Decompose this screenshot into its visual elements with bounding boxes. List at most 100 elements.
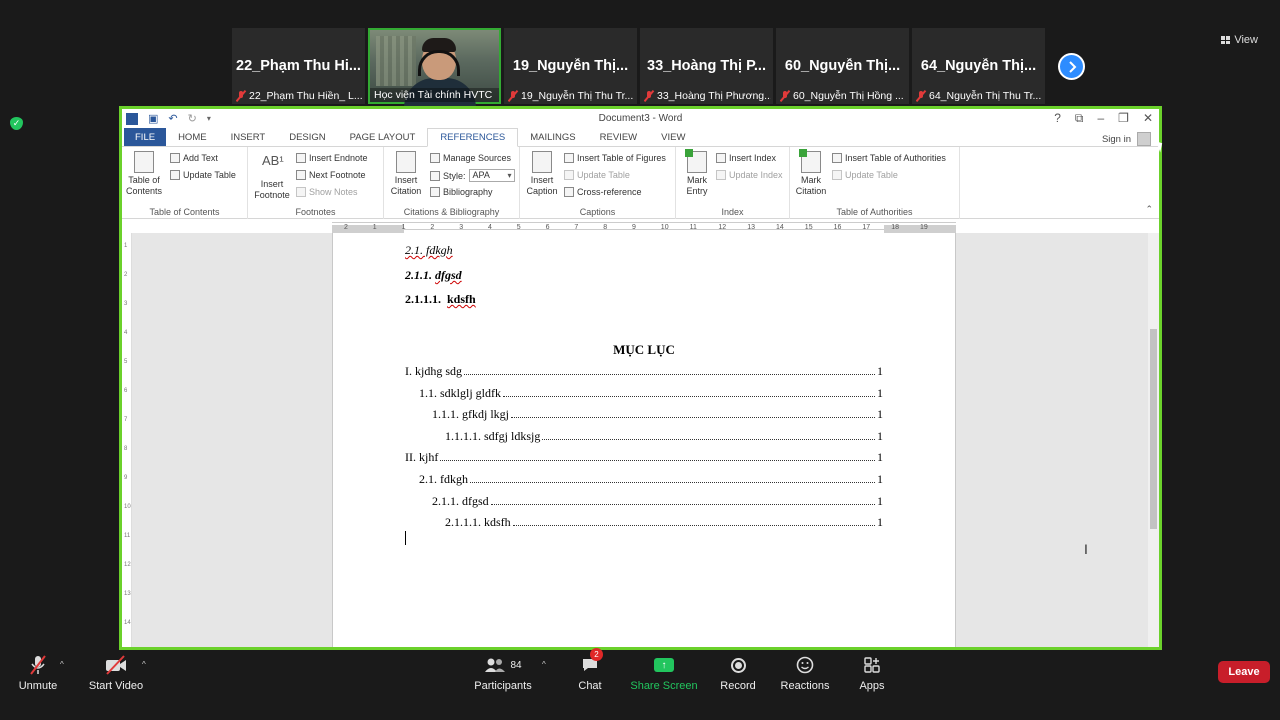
show-notes-label: Show Notes: [309, 187, 358, 197]
toc-entry[interactable]: 2.1. fdkgh 1: [419, 472, 883, 487]
share-screen-button[interactable]: ↑ Share Screen: [630, 654, 698, 692]
manage-sources-button[interactable]: Manage Sources: [430, 153, 511, 163]
ruler-number: 9: [632, 224, 636, 231]
update-authorities-table-button[interactable]: Update Table: [832, 170, 898, 180]
mark-citation-button[interactable]: Mark Citation: [792, 149, 830, 197]
update-table-button[interactable]: Update Table: [170, 170, 236, 180]
bibliography-button[interactable]: Bibliography: [430, 187, 493, 197]
cross-reference-button[interactable]: Cross-reference: [564, 187, 642, 197]
group-label: Table of Authorities: [836, 207, 913, 217]
toc-leader-dots: [470, 482, 875, 483]
toc-title[interactable]: MỤC LỤC: [405, 342, 883, 358]
encryption-shield-icon[interactable]: ✓: [10, 117, 23, 130]
vertical-ruler[interactable]: 123456789101112131415: [122, 233, 132, 647]
toc-entry[interactable]: 1.1.1. gfkdj lkgj 1: [432, 407, 883, 422]
tab-file[interactable]: FILE: [124, 128, 167, 146]
minimize-icon[interactable]: –: [1097, 111, 1104, 126]
table-of-contents-button[interactable]: Table of Contents: [124, 151, 164, 197]
heading-3[interactable]: 2.1.1. dfgsd: [405, 268, 462, 283]
document-page[interactable]: 2.1. fdkgh 2.1.1. dfgsd 2.1.1.1. kdsfh M…: [332, 233, 956, 647]
style-dropdown[interactable]: APA: [468, 169, 515, 182]
user-avatar-icon[interactable]: [1137, 132, 1151, 146]
insert-caption-button[interactable]: Insert Caption: [524, 151, 560, 197]
apps-label: Apps: [859, 680, 885, 692]
insert-table-of-authorities-button[interactable]: Insert Table of Authorities: [832, 153, 946, 163]
collapse-ribbon-icon[interactable]: ⌃: [1145, 204, 1153, 215]
toc-entry[interactable]: 1.1.1.1. sdfgj ldksjg 1: [445, 429, 883, 444]
show-notes-button[interactable]: Show Notes: [296, 187, 358, 197]
participant-name: 19_Nguyễn Thị...: [512, 58, 629, 74]
apps-button[interactable]: Apps: [852, 654, 892, 692]
insert-footnote-button[interactable]: AB¹ Insert Footnote: [250, 154, 294, 201]
start-video-button[interactable]: Start Video: [86, 654, 146, 692]
reactions-label: Reactions: [780, 680, 830, 692]
window-title: Document3 - Word: [598, 113, 683, 124]
tab-mailings[interactable]: MAILINGS: [518, 128, 587, 146]
sign-in-link[interactable]: Sign in: [1102, 134, 1131, 145]
insert-table-of-figures-button[interactable]: Insert Table of Figures: [564, 153, 666, 163]
toc-entry[interactable]: 2.1.1. dfgsd 1: [432, 494, 883, 509]
tab-page-layout[interactable]: PAGE LAYOUT: [338, 128, 428, 146]
add-text-label: Add Text: [183, 153, 218, 163]
leave-button[interactable]: Leave: [1218, 661, 1270, 683]
tab-references[interactable]: REFERENCES: [427, 128, 519, 147]
toc-entry[interactable]: I. kjdhg sdg 1: [405, 364, 883, 379]
participants-button[interactable]: 84 Participants: [472, 654, 534, 692]
tab-insert[interactable]: INSERT: [219, 128, 278, 146]
vertical-ruler-number: 4: [124, 330, 128, 336]
heading-2[interactable]: 2.1. fdkgh: [405, 243, 453, 258]
tab-review[interactable]: REVIEW: [588, 128, 649, 146]
unmute-label: Unmute: [18, 680, 58, 692]
ribbon-display-icon[interactable]: ⧉: [1075, 111, 1084, 126]
reactions-button[interactable]: Reactions: [780, 654, 830, 692]
toc-entry-text: I. kjdhg sdg: [405, 364, 462, 378]
ruler-number: 16: [833, 224, 842, 231]
participant-tile[interactable]: 60_Nguyễn Thị... 60_Nguyễn Thị Hồng ...: [776, 28, 909, 104]
vertical-ruler-number: 1: [124, 243, 128, 249]
next-page-button[interactable]: [1058, 53, 1085, 80]
update-index-button[interactable]: Update Index: [716, 170, 783, 180]
update-figures-table-button[interactable]: Update Table: [564, 170, 630, 180]
sign-in[interactable]: Sign in: [1102, 132, 1151, 146]
tab-home[interactable]: HOME: [166, 128, 219, 146]
ruler-number: 12: [718, 224, 727, 231]
participant-tile[interactable]: 64_Nguyễn Thị... 64_Nguyễn Thị Thu Tr...: [912, 28, 1045, 104]
ruler-number: 18: [891, 224, 899, 231]
unmute-button[interactable]: Unmute: [16, 654, 60, 692]
toc-entry-text: 1.1.1. gfkdj lkgj: [432, 407, 509, 422]
record-button[interactable]: Record: [716, 654, 760, 692]
scrollbar-thumb[interactable]: [1150, 329, 1157, 529]
insert-endnote-button[interactable]: Insert Endnote: [296, 153, 368, 163]
word-window: W ▣ ↶ ↻ ▾ Document3 - Word ? ⧉ – ❐ ✕ FIL…: [119, 106, 1162, 650]
table-of-contents-icon: [134, 151, 154, 173]
add-text-button[interactable]: Add Text: [170, 153, 218, 163]
toc-entry[interactable]: 2.1.1.1. kdsfh 1: [445, 515, 883, 530]
close-icon[interactable]: ✕: [1143, 111, 1153, 126]
tab-view[interactable]: VIEW: [649, 128, 697, 146]
mark-entry-button[interactable]: Mark Entry: [680, 149, 714, 197]
chat-button[interactable]: 2 Chat: [574, 648, 606, 692]
participant-tile[interactable]: 22_Phạm Thu Hi... 22_Phạm Thu Hiền_ L...: [232, 28, 365, 104]
insert-index-button[interactable]: Insert Index: [716, 153, 776, 163]
participant-video-tile[interactable]: Học viện Tài chính HVTC: [368, 28, 501, 108]
toc-entry[interactable]: II. kjhf 1: [405, 450, 883, 465]
style-selector[interactable]: Style: APA: [430, 169, 515, 182]
horizontal-ruler[interactable]: 2 1 1 2 3 4 5 6 7 8 9 10 11 12 13 14 15 16 17 18 19: [122, 220, 1159, 233]
heading-4[interactable]: 2.1.1.1. kdsfh: [405, 292, 476, 307]
tab-design[interactable]: DESIGN: [277, 128, 337, 146]
participant-tile[interactable]: 33_Hoàng Thị P... 33_Hoàng Thị Phương...: [640, 28, 773, 104]
toc-entry[interactable]: 1.1. sdklglj gldfk 1: [419, 386, 883, 401]
view-button[interactable]: View: [1221, 34, 1258, 46]
participant-tile[interactable]: 19_Nguyễn Thị... 19_Nguyễn Thị Thu Tr...: [504, 28, 637, 104]
ruler-number: 11: [689, 224, 697, 231]
ribbon: Table of Contents Add Text Update Table …: [122, 147, 1159, 219]
next-footnote-button[interactable]: Next Footnote: [296, 170, 366, 180]
view-label: View: [1234, 34, 1258, 46]
group-label: Index: [721, 207, 744, 217]
update-table-label: Update Table: [577, 170, 630, 180]
vertical-scrollbar[interactable]: [1148, 233, 1159, 647]
insert-citation-button[interactable]: Insert Citation: [386, 151, 426, 197]
group-table-of-authorities: Mark Citation Insert Table of Authoritie…: [790, 147, 960, 219]
restore-icon[interactable]: ❐: [1118, 111, 1129, 126]
help-icon[interactable]: ?: [1054, 111, 1061, 126]
